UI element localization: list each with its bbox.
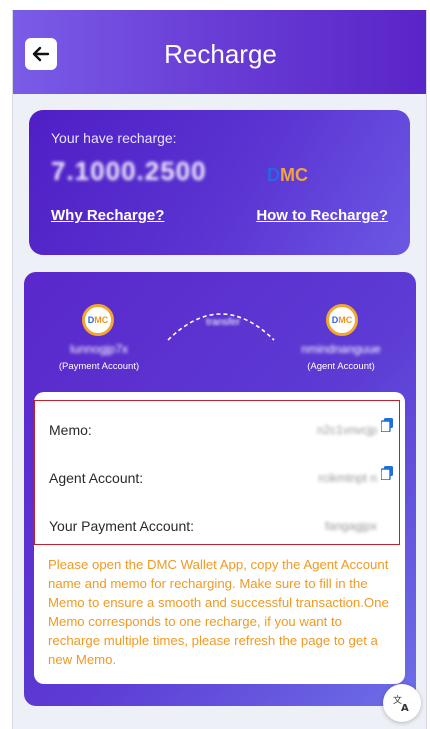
coin-right-mc: MC bbox=[338, 315, 353, 325]
app-frame: Recharge Your have recharge: 7.1000.2500… bbox=[12, 10, 427, 729]
payment-account-role: (Payment Account) bbox=[58, 361, 140, 372]
agent-account-value[interactable]: rcikmtnpt n bbox=[318, 471, 377, 485]
translate-icon: 文 A bbox=[393, 694, 409, 713]
balance-label: Your have recharge: bbox=[51, 130, 177, 146]
dmc-unit-logo: DMC bbox=[267, 165, 308, 186]
why-recharge-link[interactable]: Why Recharge? bbox=[51, 207, 164, 224]
agent-account-role: (Agent Account) bbox=[307, 361, 375, 372]
recharge-notice: Please open the DMC Wallet App, copy the… bbox=[48, 557, 389, 667]
agent-coin-icon: D MC bbox=[326, 304, 358, 336]
payment-account-name: lunnogjp7x bbox=[69, 342, 129, 356]
dmc-unit-mc: MC bbox=[280, 165, 308, 185]
how-to-recharge-link[interactable]: How to Recharge? bbox=[256, 207, 388, 224]
svg-text:A: A bbox=[401, 703, 409, 713]
translate-button[interactable]: 文 A bbox=[383, 684, 421, 722]
header-bar: Recharge bbox=[13, 10, 426, 94]
payment-account-label: Your Payment Account: bbox=[49, 518, 195, 534]
dmc-unit-d: D bbox=[267, 165, 280, 185]
memo-label: Memo: bbox=[49, 422, 92, 438]
agent-account-row: Agent Account: rcikmtnpt n bbox=[49, 466, 393, 492]
info-panel: Memo: n2c1vnvcjp Agent Account: rcikmtnp… bbox=[34, 392, 405, 684]
memo-value[interactable]: n2c1vnvcjp bbox=[317, 423, 377, 437]
payment-account-row: Your Payment Account: fangagjpx bbox=[49, 518, 389, 540]
agent-account-name: nmindnanguue bbox=[301, 342, 381, 356]
page-title: Recharge bbox=[164, 39, 277, 69]
copy-icon[interactable] bbox=[381, 418, 393, 432]
transfer-arc-label: transfer bbox=[206, 317, 240, 328]
recharge-details-card: D MC D MC transfer lunnogjp7x (Payment Acc… bbox=[24, 272, 416, 706]
copy-icon[interactable] bbox=[381, 466, 393, 480]
agent-account-label: Agent Account: bbox=[49, 470, 144, 486]
payment-coin-icon: D MC bbox=[82, 304, 114, 336]
account-info-box: Memo: n2c1vnvcjp Agent Account: rcikmtnp… bbox=[34, 400, 400, 545]
balance-amount: 7.1000.2500 bbox=[51, 156, 207, 186]
memo-row: Memo: n2c1vnvcjp bbox=[49, 418, 393, 444]
coin-left-mc: MC bbox=[94, 315, 109, 325]
payment-account-value: fangagjpx bbox=[324, 519, 377, 533]
balance-card: Your have recharge: 7.1000.2500 DMC Why … bbox=[29, 110, 410, 255]
